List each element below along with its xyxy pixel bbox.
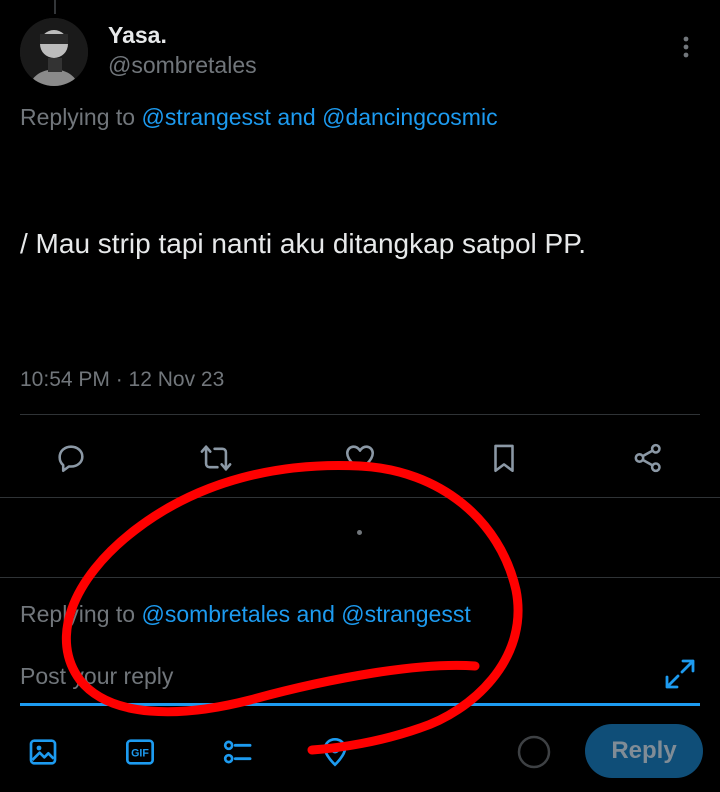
replying-prefix: Replying to bbox=[20, 601, 142, 627]
image-icon bbox=[29, 739, 57, 765]
share-icon bbox=[634, 443, 661, 473]
mention-link[interactable]: @strangesst bbox=[341, 601, 470, 627]
poll-icon bbox=[223, 740, 252, 764]
bookmark-action[interactable] bbox=[482, 436, 526, 480]
reply-action[interactable] bbox=[49, 436, 93, 480]
handle[interactable]: @sombretales bbox=[108, 52, 257, 79]
share-action[interactable] bbox=[626, 436, 670, 480]
reply-input[interactable] bbox=[20, 656, 640, 696]
svg-text:GIF: GIF bbox=[131, 748, 149, 760]
add-poll-button[interactable] bbox=[216, 730, 260, 774]
divider bbox=[0, 577, 720, 578]
display-name[interactable]: Yasa. bbox=[108, 22, 167, 49]
retweet-action[interactable] bbox=[194, 436, 238, 480]
thread-line bbox=[54, 0, 56, 14]
like-action[interactable] bbox=[338, 436, 382, 480]
input-underline bbox=[20, 703, 700, 706]
divider bbox=[20, 414, 700, 415]
retweet-icon bbox=[200, 445, 232, 471]
avatar[interactable] bbox=[20, 18, 88, 86]
tweet-text: / Mau strip tapi nanti aku ditangkap sat… bbox=[20, 228, 587, 259]
like-icon bbox=[345, 445, 375, 471]
expand-icon[interactable] bbox=[662, 656, 698, 692]
divider bbox=[0, 497, 720, 498]
add-gif-button[interactable]: GIF bbox=[118, 730, 162, 774]
reply-icon bbox=[58, 445, 84, 473]
composer-replying-to: Replying to @sombretales and @strangesst bbox=[20, 601, 471, 628]
more-options-icon[interactable] bbox=[676, 32, 696, 62]
replying-to: Replying to @strangesst and @dancingcosm… bbox=[20, 104, 498, 131]
replying-conjunction: and bbox=[270, 104, 323, 130]
bookmark-icon bbox=[494, 444, 514, 473]
timestamp[interactable]: 10:54 PM · 12 Nov 23 bbox=[20, 368, 224, 392]
replying-prefix: Replying to bbox=[20, 104, 142, 130]
mention-link[interactable]: @dancingcosmic bbox=[322, 104, 497, 130]
add-location-button[interactable] bbox=[313, 730, 357, 774]
mention-link[interactable]: @sombretales bbox=[141, 601, 290, 627]
add-image-button[interactable] bbox=[21, 730, 65, 774]
mention-link[interactable]: @strangesst bbox=[141, 104, 270, 130]
reply-button[interactable]: Reply bbox=[585, 724, 703, 778]
replying-conjunction: and bbox=[290, 601, 342, 627]
loading-dot bbox=[357, 530, 362, 535]
character-count-ring bbox=[516, 734, 552, 770]
location-icon bbox=[323, 737, 347, 767]
gif-icon: GIF bbox=[126, 739, 154, 765]
